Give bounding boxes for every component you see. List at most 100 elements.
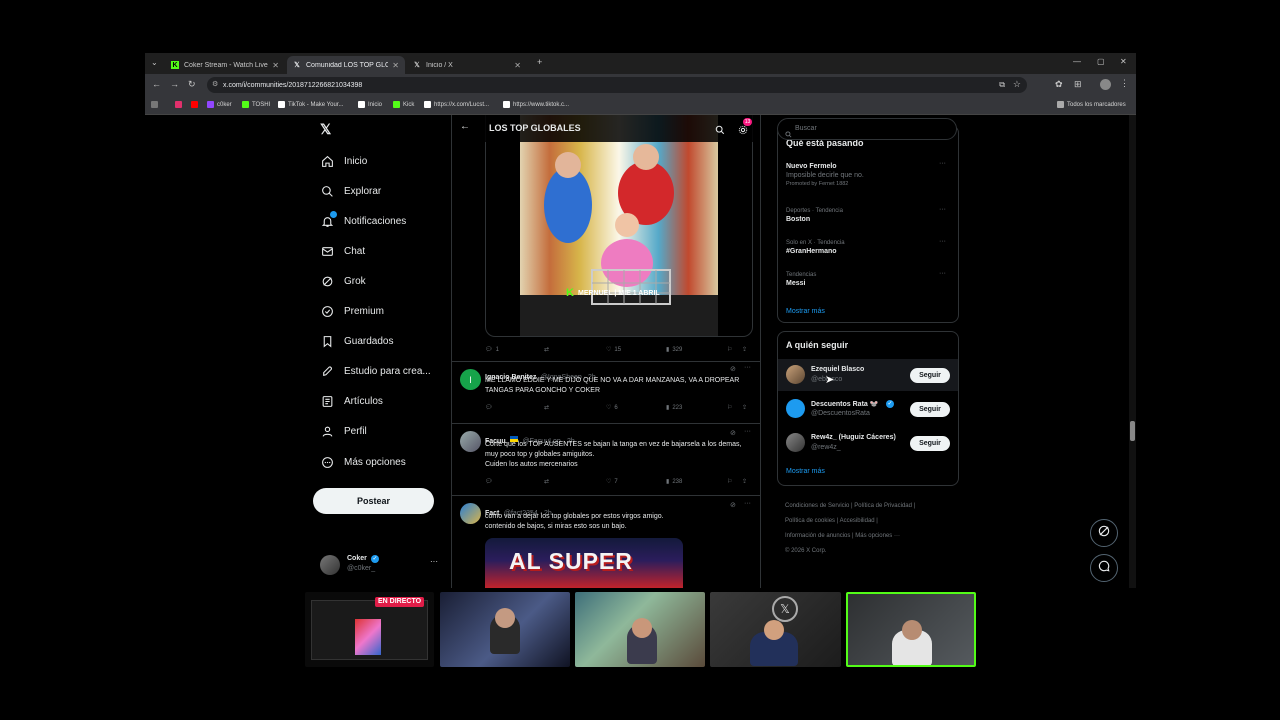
footer-link[interactable]: Política de Privacidad	[854, 503, 912, 509]
apps-icon[interactable]	[151, 101, 161, 108]
stream-thumb-3[interactable]	[575, 592, 705, 667]
url-field[interactable]: ⚙ x.com/i/communities/201871226682103439…	[207, 77, 1027, 93]
close-icon[interactable]: ✕	[272, 61, 279, 70]
footer-link[interactable]: Información de anuncios	[785, 533, 850, 539]
bookmark-toshi[interactable]: TOSHI	[242, 101, 270, 108]
site-info-icon[interactable]: ⚙	[212, 80, 218, 88]
retweet-button[interactable]: ⇄	[544, 404, 549, 411]
all-bookmarks[interactable]: Todos los marcadores	[1057, 101, 1126, 108]
nav-explorar[interactable]: Explorar	[320, 181, 381, 201]
extension-icon[interactable]: ✿	[1055, 79, 1063, 90]
follow-button[interactable]: Seguir	[910, 436, 950, 451]
avatar[interactable]: I	[460, 369, 481, 390]
grok-icon[interactable]: ⊘	[730, 501, 736, 509]
bookmark-c0ker[interactable]: c0ker	[207, 101, 232, 108]
like-button[interactable]: ♡ 7	[606, 478, 618, 486]
x-logo-icon[interactable]: 𝕏	[320, 121, 331, 138]
nav-premium[interactable]: Premium	[320, 301, 384, 321]
tweet[interactable]: I Ignacio Benitez @IgnaSheep · 2h ⊘ ··· …	[452, 361, 760, 423]
share-icon[interactable]: ⇪	[742, 478, 747, 485]
nav-mas-opciones[interactable]: Más opciones	[320, 452, 406, 472]
footer-link[interactable]: Condiciones de Servicio	[785, 503, 849, 509]
tweet[interactable]: Facuu @FacuuLop · 2h ⊘ ··· Corte que los…	[452, 423, 760, 495]
bookmark-inicio[interactable]: Inicio	[358, 101, 382, 108]
avatar[interactable]	[460, 431, 481, 452]
stream-thumb-5-active[interactable]	[846, 592, 976, 667]
profile-avatar[interactable]	[1100, 79, 1111, 90]
account-switcher[interactable]: Coker ✓ @c0ker_ ···	[320, 553, 440, 577]
share-icon[interactable]: ⇪	[742, 404, 747, 411]
bookmark-icon[interactable]: ⚐	[727, 346, 732, 353]
trend-item[interactable]: Tendencias Messi	[786, 272, 816, 287]
more-dots-icon[interactable]: ···	[939, 270, 946, 277]
nav-chat[interactable]: Chat	[320, 241, 365, 261]
follow-button[interactable]: Seguir	[910, 368, 950, 383]
stream-thumb-2[interactable]	[440, 592, 570, 667]
follow-suggestion[interactable]: Ezequiel Blasco @eblasco Seguir	[778, 359, 958, 391]
trend-item[interactable]: Deportes · Tendencia Boston	[786, 208, 843, 223]
grok-fab[interactable]	[1090, 519, 1118, 547]
more-dots-icon[interactable]: ···	[939, 238, 946, 245]
bookmark-instagram[interactable]	[175, 101, 185, 108]
close-icon[interactable]: ✕	[514, 61, 521, 70]
tab-comunidad[interactable]: 𝕏 Comunidad LOS TOP GLOBALES ✕	[287, 56, 405, 74]
retweet-button[interactable]: ⇄	[544, 346, 552, 353]
nav-guardados[interactable]: Guardados	[320, 331, 393, 351]
window-close-icon[interactable]: ✕	[1120, 57, 1127, 66]
stream-thumb-self[interactable]: EN DIRECTO	[305, 592, 434, 667]
views-button[interactable]: ▮ 329	[666, 346, 682, 354]
tweet-media[interactable]: AL SUPER	[485, 538, 683, 588]
trend-item[interactable]: Solo en X · Tendencia #GranHermano	[786, 240, 845, 255]
tab-inicio[interactable]: 𝕏 Inicio / X ✕	[407, 56, 527, 74]
menu-icon[interactable]: ⋮	[1120, 78, 1129, 89]
share-icon[interactable]: ⇪	[742, 346, 747, 353]
messages-fab[interactable]	[1090, 554, 1118, 582]
back-icon[interactable]: ←	[152, 79, 161, 89]
show-more-link[interactable]: Mostrar más	[786, 468, 825, 475]
nav-notificaciones[interactable]: Notificaciones	[320, 211, 406, 231]
grok-icon[interactable]: ⊘	[730, 365, 736, 373]
tweet-media-frame[interactable]: K MERNUEL | MIE 1 ABRIL	[485, 115, 753, 337]
forward-icon[interactable]: →	[170, 79, 179, 89]
search-input[interactable]: Buscar	[777, 118, 957, 140]
footer-link[interactable]: Más opciones ···	[855, 533, 900, 539]
avatar[interactable]	[460, 503, 481, 524]
search-icon[interactable]	[715, 122, 725, 140]
stream-thumb-4[interactable]: 𝕏	[710, 592, 841, 667]
reply-button[interactable]: 💬︎	[485, 478, 493, 485]
reply-button[interactable]: 💬︎	[485, 404, 493, 411]
back-arrow-icon[interactable]: ←	[460, 121, 470, 132]
scrollbar[interactable]	[1129, 115, 1136, 588]
install-icon[interactable]: ⧉	[999, 80, 1005, 90]
like-button[interactable]: ♡ 6	[606, 404, 618, 412]
bookmark-icon[interactable]: ⚐	[727, 478, 732, 485]
bookmark-tiktok-url[interactable]: https://www.tiktok.c...	[503, 101, 569, 108]
follow-suggestion[interactable]: Descuentos Rata 🐭 ✓ @DescuentosRata Segu…	[778, 393, 958, 425]
close-icon[interactable]: ✕	[392, 61, 399, 70]
trend-item[interactable]: Nuevo Fermelo Imposible decirle que no. …	[786, 163, 951, 187]
scrollbar-thumb[interactable]	[1130, 421, 1135, 441]
retweet-button[interactable]: ⇄	[544, 478, 549, 485]
more-dots-icon[interactable]: ···	[744, 364, 751, 371]
tab-search-icon[interactable]: ⌄	[151, 58, 158, 67]
maximize-icon[interactable]: ▢	[1097, 57, 1105, 66]
poster-image[interactable]: K MERNUEL | MIE 1 ABRIL	[520, 115, 718, 336]
bookmark-kick[interactable]: Kick	[393, 101, 414, 108]
bookmark-icon[interactable]: ⚐	[727, 404, 732, 411]
views-button[interactable]: ▮ 223	[666, 404, 682, 412]
more-dots-icon[interactable]: ···	[939, 160, 946, 167]
nav-articulos[interactable]: Artículos	[320, 391, 383, 411]
bookmark-x-lucst[interactable]: https://x.com/Lucst...	[424, 101, 489, 108]
follow-suggestion[interactable]: Rew4z_ (Huguiz Cáceres) @rew4z_ Seguir	[778, 427, 958, 459]
more-dots-icon[interactable]: ···	[744, 428, 751, 435]
new-tab-icon[interactable]: +	[537, 57, 542, 67]
show-more-link[interactable]: Mostrar más	[786, 308, 825, 315]
follow-button[interactable]: Seguir	[910, 402, 950, 417]
post-button[interactable]: Postear	[313, 488, 434, 514]
bookmark-youtube[interactable]	[191, 101, 201, 108]
more-dots-icon[interactable]: ···	[744, 500, 751, 507]
nav-inicio[interactable]: Inicio	[320, 151, 367, 171]
star-icon[interactable]: ☆	[1013, 79, 1021, 90]
footer-link[interactable]: Accesibilidad	[840, 518, 875, 524]
reply-button[interactable]: 💬︎ 1	[485, 346, 499, 354]
